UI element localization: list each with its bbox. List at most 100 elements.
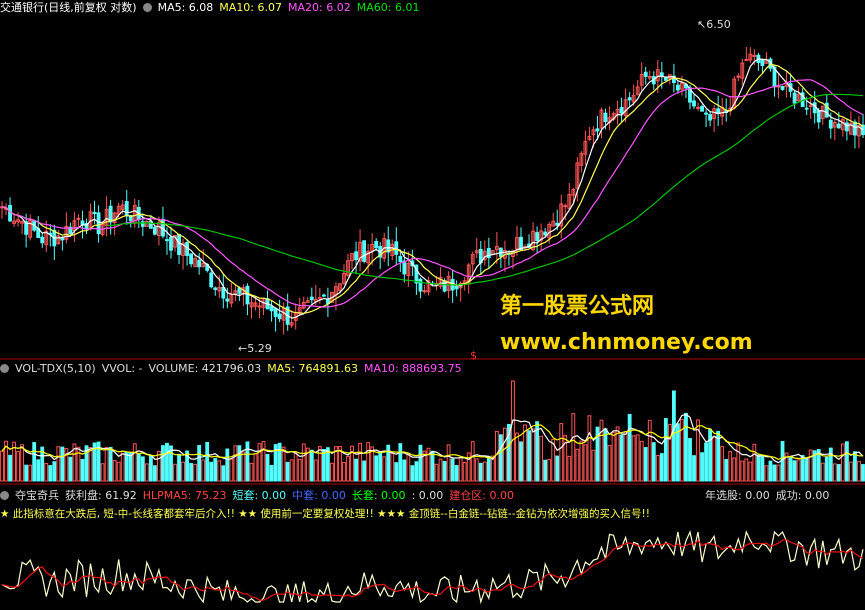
candle-body — [603, 112, 608, 123]
volume-bar — [189, 462, 194, 482]
volume-bar — [277, 442, 282, 482]
volume-bar — [700, 452, 704, 482]
candle-body — [418, 278, 423, 292]
volume-bar — [712, 435, 717, 482]
volume-bar — [136, 453, 141, 482]
volume-bar — [760, 455, 765, 482]
volume-bar — [663, 418, 668, 482]
volume-bar — [756, 454, 761, 482]
indicator-chart[interactable] — [0, 522, 865, 607]
volume-bar — [740, 460, 745, 482]
volume-bar — [410, 465, 415, 482]
volume-bar — [394, 462, 399, 482]
volume-bar — [289, 459, 294, 482]
volume-bar — [261, 440, 266, 482]
volume-bar — [120, 450, 125, 482]
ma10-label: MA10: 6.07 — [219, 1, 283, 14]
volume-bar — [776, 464, 781, 482]
candle-body — [60, 237, 65, 241]
stock-title: 交通银行(日线,前复权 对数) — [0, 1, 137, 14]
volume-bar — [655, 454, 660, 482]
candle-body — [169, 236, 173, 251]
candle-body — [663, 77, 668, 81]
main-chart-header: 交通银行(日线,前复权 对数) MA5: 6.08 MA10: 6.07 MA20: … — [0, 0, 425, 16]
candle-body — [704, 112, 708, 115]
volume-bar — [732, 457, 737, 482]
volume-bar — [390, 452, 395, 482]
candle-body — [760, 59, 765, 66]
candle-body — [555, 222, 560, 226]
volume-settings-circle-icon[interactable] — [0, 364, 9, 373]
volume-bar — [414, 461, 419, 482]
year-select-label: 年选股: 0.00 — [705, 489, 770, 502]
profit-label: 获利盘: 61.92 — [65, 489, 137, 502]
volume-bar — [861, 464, 865, 482]
volume-bar — [144, 463, 149, 482]
volume-bar — [68, 456, 73, 482]
volume-bar — [832, 463, 837, 482]
volume-bar — [265, 453, 270, 482]
candle-body — [659, 72, 664, 77]
volume-bar — [80, 458, 85, 482]
candle-body — [676, 84, 680, 91]
volume-bar — [796, 459, 801, 482]
volume-bar — [161, 445, 165, 482]
volume-bar — [559, 423, 564, 482]
volume-bar — [659, 453, 664, 482]
profit-line — [1, 530, 864, 605]
candle-body — [189, 253, 194, 265]
volume-bar — [132, 443, 137, 482]
volume-bar — [768, 460, 773, 482]
volume-bar — [317, 446, 322, 482]
success-label: 成功: 0.00 — [775, 489, 830, 502]
volume-bar — [820, 462, 825, 482]
volume-bar — [442, 460, 447, 482]
volume-chart[interactable] — [0, 377, 865, 485]
ma20-line — [1, 79, 864, 308]
indicator-notice: ★ 此指标意在大跌后, 短-中-长线客都套牢后介入!! ★★ 使用前一定要复权处… — [0, 508, 650, 520]
volume-bar — [362, 460, 367, 482]
volume-bar — [539, 435, 544, 482]
candle-body — [394, 241, 399, 255]
indicator-settings-circle-icon[interactable] — [0, 491, 9, 500]
volume-bar — [354, 458, 358, 482]
volume-bar — [406, 453, 411, 482]
volume-bar — [571, 413, 576, 482]
vol-ma10-label: MA10: 888693.75 — [363, 362, 462, 375]
volume-bar — [382, 456, 387, 482]
volume-bar — [804, 458, 809, 482]
volume-bar — [547, 459, 552, 482]
volume-bar — [498, 434, 503, 482]
volume-bar — [124, 452, 129, 482]
volume-bar — [100, 463, 105, 482]
volume-bar — [233, 445, 238, 482]
volume-bar — [494, 430, 499, 482]
high-price-label: ↖6.50 — [697, 18, 731, 31]
volume-bar — [615, 426, 620, 482]
candle-body — [277, 313, 282, 320]
volume-bar — [245, 441, 250, 482]
volume-bar — [623, 431, 628, 482]
volume-bar — [651, 442, 656, 482]
volume-bar — [32, 442, 37, 482]
volume-bar — [470, 441, 475, 482]
volume-bar — [824, 456, 829, 482]
volume-bar — [177, 453, 181, 482]
volume-bar — [293, 452, 298, 482]
volume-bar — [237, 445, 242, 482]
candlestick-chart[interactable]: ↖6.50 ←5.29 $ — [0, 15, 865, 360]
volume-bar — [486, 455, 491, 482]
candle-body — [165, 239, 169, 242]
volume-bar — [0, 450, 4, 482]
candle-body — [362, 240, 367, 262]
settings-circle-icon[interactable] — [142, 3, 152, 12]
vvol-label: VVOL: - — [101, 362, 143, 375]
candle-body — [535, 232, 540, 242]
volume-bar — [788, 456, 793, 482]
volume-bar — [503, 427, 507, 482]
hlpma5-label: HLPMA5: 75.23 — [142, 489, 227, 502]
volume-bar — [591, 449, 596, 482]
volume-bar — [764, 465, 769, 482]
volume-bar — [482, 461, 487, 482]
dollar-mark: $ — [470, 349, 477, 360]
